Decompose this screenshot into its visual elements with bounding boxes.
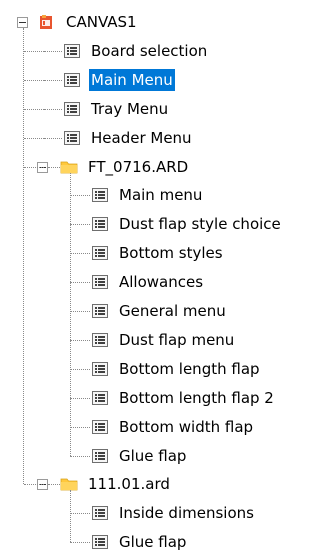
folder-icon bbox=[60, 161, 78, 173]
tree-connector-line bbox=[44, 108, 62, 110]
tree-connector-line bbox=[70, 253, 90, 255]
tree-node-menu-item[interactable] bbox=[40, 66, 324, 94]
tree-node-label: Tray Menu bbox=[91, 99, 169, 118]
folder-icon bbox=[60, 478, 78, 491]
menu-list-icon bbox=[92, 448, 108, 463]
menu-list-icon bbox=[92, 246, 108, 261]
tree-node-label: Header Menu bbox=[91, 128, 192, 147]
tree-connector-line bbox=[70, 368, 90, 370]
menu-list-icon bbox=[92, 304, 108, 318]
tree-node-menu-item[interactable] bbox=[40, 95, 324, 123]
menu-list-icon bbox=[64, 43, 80, 58]
tree-connector-line bbox=[44, 79, 62, 81]
tree-connector-line bbox=[24, 484, 44, 486]
tree-node-label: Bottom styles bbox=[119, 244, 223, 263]
canvas-root-icon bbox=[40, 15, 52, 29]
tree-connector-line bbox=[70, 426, 90, 428]
tree-view[interactable]: CANVAS1 Board selection Main Menu Tray Menu… bbox=[0, 0, 324, 553]
tree-node-label: 111.01.ard bbox=[88, 475, 170, 494]
tree-node-folder[interactable] bbox=[40, 470, 324, 498]
tree-connector-line bbox=[24, 166, 44, 168]
tree-node-label: Bottom length flap 2 bbox=[119, 388, 274, 407]
menu-list-icon bbox=[92, 390, 108, 405]
tree-node-label: FT_0716.ARD bbox=[88, 157, 189, 176]
tree-connector-line bbox=[70, 195, 90, 197]
menu-list-icon bbox=[92, 332, 108, 347]
tree-node-label: Glue flap bbox=[119, 533, 187, 552]
tree-node-label: CANVAS1 bbox=[66, 13, 137, 31]
tree-connector-line bbox=[24, 50, 44, 52]
tree-connector-line bbox=[44, 50, 62, 52]
tree-node-label: Dust flap menu bbox=[119, 330, 235, 349]
tree-node-label: Bottom width flap bbox=[119, 417, 254, 436]
menu-list-icon bbox=[92, 188, 108, 203]
tree-node-label: Bottom length flap bbox=[119, 359, 260, 378]
menu-list-icon bbox=[64, 101, 80, 116]
tree-connector-line bbox=[70, 224, 90, 226]
menu-list-icon bbox=[92, 506, 108, 521]
menu-list-icon bbox=[92, 361, 108, 376]
tree-connector-line bbox=[70, 397, 90, 399]
tree-node-label: General menu bbox=[119, 302, 226, 320]
tree-node-label: Dust flap style choice bbox=[119, 215, 281, 234]
tree-connector-line bbox=[23, 28, 24, 485]
tree-connector-line bbox=[24, 79, 44, 81]
collapse-toggle[interactable] bbox=[17, 17, 28, 28]
menu-list-icon bbox=[64, 130, 80, 145]
menu-list-icon bbox=[92, 419, 108, 434]
menu-list-icon bbox=[64, 72, 80, 87]
tree-node-label: Main menu bbox=[119, 186, 203, 205]
tree-connector-line bbox=[24, 108, 44, 110]
tree-connector-line bbox=[70, 542, 90, 544]
menu-list-icon bbox=[92, 275, 108, 290]
tree-connector-line bbox=[70, 339, 90, 341]
tree-node-label: Glue flap bbox=[119, 446, 187, 465]
tree-node-label: Inside dimensions bbox=[119, 504, 254, 523]
tree-connector-line bbox=[70, 455, 90, 457]
tree-connector-line bbox=[70, 513, 90, 515]
tree-connector-line bbox=[70, 172, 71, 456]
tree-node-label: Board selection bbox=[91, 41, 208, 60]
tree-node-label: Allowances bbox=[119, 273, 204, 292]
menu-list-icon bbox=[92, 217, 108, 232]
tree-node-label: Main Menu bbox=[89, 68, 175, 91]
tree-connector-line bbox=[70, 490, 71, 543]
tree-connector-line bbox=[44, 137, 62, 139]
tree-connector-line bbox=[24, 137, 44, 139]
menu-list-icon bbox=[92, 535, 108, 550]
tree-connector-line bbox=[70, 311, 90, 312]
tree-connector-line bbox=[70, 282, 90, 284]
